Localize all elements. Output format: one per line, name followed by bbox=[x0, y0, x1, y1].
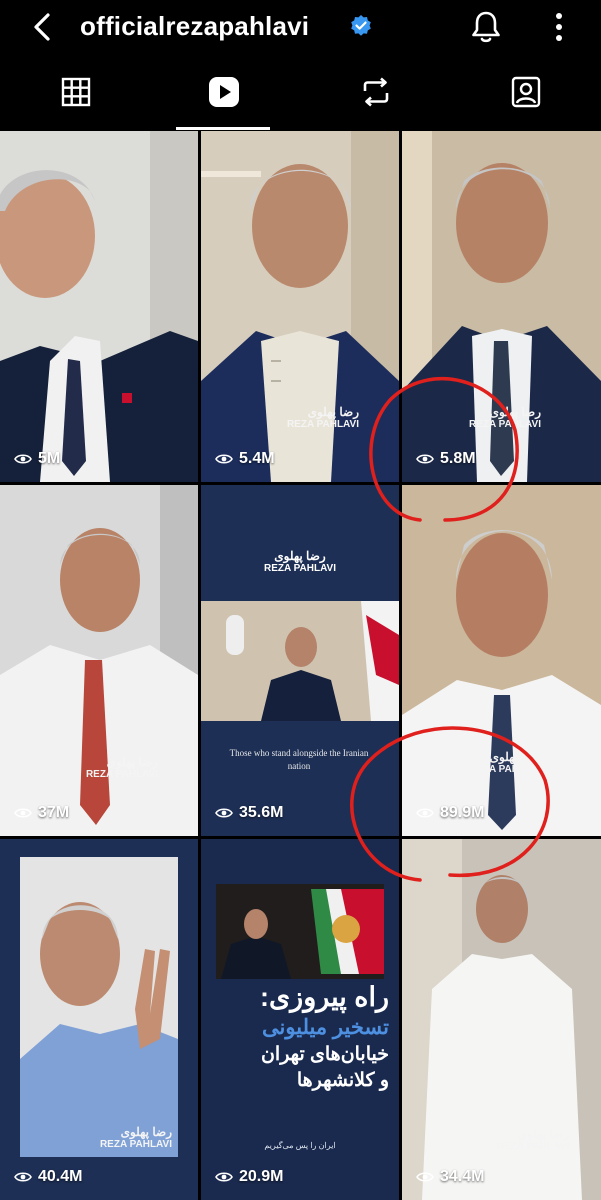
reel-tile[interactable]: راه پیروزی: تسخیر میلیونی خیابان‌های تهر… bbox=[201, 839, 399, 1200]
reel-thumbnail bbox=[402, 485, 601, 836]
headline-line: تسخیر میلیونی bbox=[262, 1016, 389, 1039]
eye-icon bbox=[416, 808, 434, 818]
channel-watermark: رضا پهلوی REZA PAHLAVI bbox=[286, 405, 359, 430]
reel-tile[interactable]: رضا پهلوی REZA PAHLAVI 89.9M bbox=[402, 485, 601, 836]
channel-watermark: رضا پهلوی REZA PAHLAVI bbox=[85, 755, 158, 780]
eye-icon bbox=[14, 1172, 32, 1182]
reel-thumbnail bbox=[0, 131, 198, 482]
profile-header: officialrezapahlavi bbox=[0, 0, 601, 54]
view-count: 40.4M bbox=[14, 1168, 82, 1186]
reels-play-icon bbox=[209, 77, 239, 107]
reel-tile[interactable]: رضا پهلوی REZA PAHLAVI 37M bbox=[0, 485, 198, 836]
channel-watermark: رضا پهلوی REZA PAHLAVI bbox=[468, 405, 541, 430]
eye-icon bbox=[416, 454, 434, 464]
view-count: 37M bbox=[14, 804, 69, 822]
grid-icon bbox=[61, 77, 91, 107]
tab-reels[interactable] bbox=[148, 56, 298, 130]
reel-thumbnail bbox=[0, 485, 198, 836]
reel-caption: Those who stand alongside the Iranian na… bbox=[229, 748, 369, 771]
view-count: 5.4M bbox=[215, 450, 275, 468]
reel-footnote: ایران را پس می‌گیریم bbox=[264, 1141, 336, 1150]
bell-icon[interactable] bbox=[470, 10, 502, 44]
view-count: 5.8M bbox=[416, 450, 476, 468]
eye-icon bbox=[215, 808, 233, 818]
headline-line: راه پیروزی: bbox=[260, 982, 389, 1012]
reel-thumbnail bbox=[201, 485, 399, 836]
reel-tile[interactable]: 5M bbox=[0, 131, 198, 482]
eye-icon bbox=[416, 1172, 434, 1182]
reel-tile[interactable]: رضا پهلوی REZA PAHLAVI 5.4M bbox=[201, 131, 399, 482]
chevron-left-icon[interactable] bbox=[28, 12, 56, 42]
repost-icon bbox=[363, 77, 389, 107]
reel-tile[interactable]: رضا پهلوی REZA PAHLAVI 5.8M bbox=[402, 131, 601, 482]
profile-tabs bbox=[0, 56, 601, 130]
view-count: 20.9M bbox=[215, 1168, 283, 1186]
eye-icon bbox=[215, 454, 233, 464]
reel-tile[interactable]: رضا پهلوی REZA PAHLAVI Those who stand a… bbox=[201, 485, 399, 836]
tab-reposts[interactable] bbox=[300, 56, 450, 130]
verified-badge-icon bbox=[351, 15, 371, 36]
eye-icon bbox=[14, 808, 32, 818]
channel-watermark: رضا پهلوی REZA PAHLAVI bbox=[468, 750, 541, 775]
view-count: 34.4M bbox=[416, 1168, 484, 1186]
view-count: 35.6M bbox=[215, 804, 283, 822]
channel-brand-logo: رضا پهلوی REZA PAHLAVI bbox=[263, 549, 337, 574]
headline-line: و کلانشهرها bbox=[296, 1070, 389, 1091]
headline-line: خیابان‌های تهران bbox=[260, 1044, 389, 1065]
reel-tile[interactable]: رضا پهلوی REZA PAHLAVI 40.4M bbox=[0, 839, 198, 1200]
profile-username: officialrezapahlavi bbox=[80, 11, 310, 41]
eye-icon bbox=[14, 454, 32, 464]
tab-tagged[interactable] bbox=[450, 56, 600, 130]
reels-grid: 5M رضا پهلوی REZA PAHLAVI 5.4M رضا پهلوی… bbox=[0, 131, 601, 1200]
tagged-user-icon bbox=[511, 76, 541, 108]
channel-watermark: رضا پهلوی REZA PAHLAVI bbox=[496, 1127, 569, 1152]
view-count: 5M bbox=[14, 450, 60, 468]
active-tab-indicator bbox=[176, 127, 270, 130]
eye-icon bbox=[215, 1172, 233, 1182]
channel-watermark: رضا پهلوی REZA PAHLAVI bbox=[99, 1125, 172, 1150]
tab-posts-grid[interactable] bbox=[0, 56, 150, 130]
reel-tile[interactable]: رضا پهلوی REZA PAHLAVI 34.4M bbox=[402, 839, 601, 1200]
view-count: 89.9M bbox=[416, 804, 484, 822]
more-vertical-icon[interactable] bbox=[544, 10, 574, 44]
